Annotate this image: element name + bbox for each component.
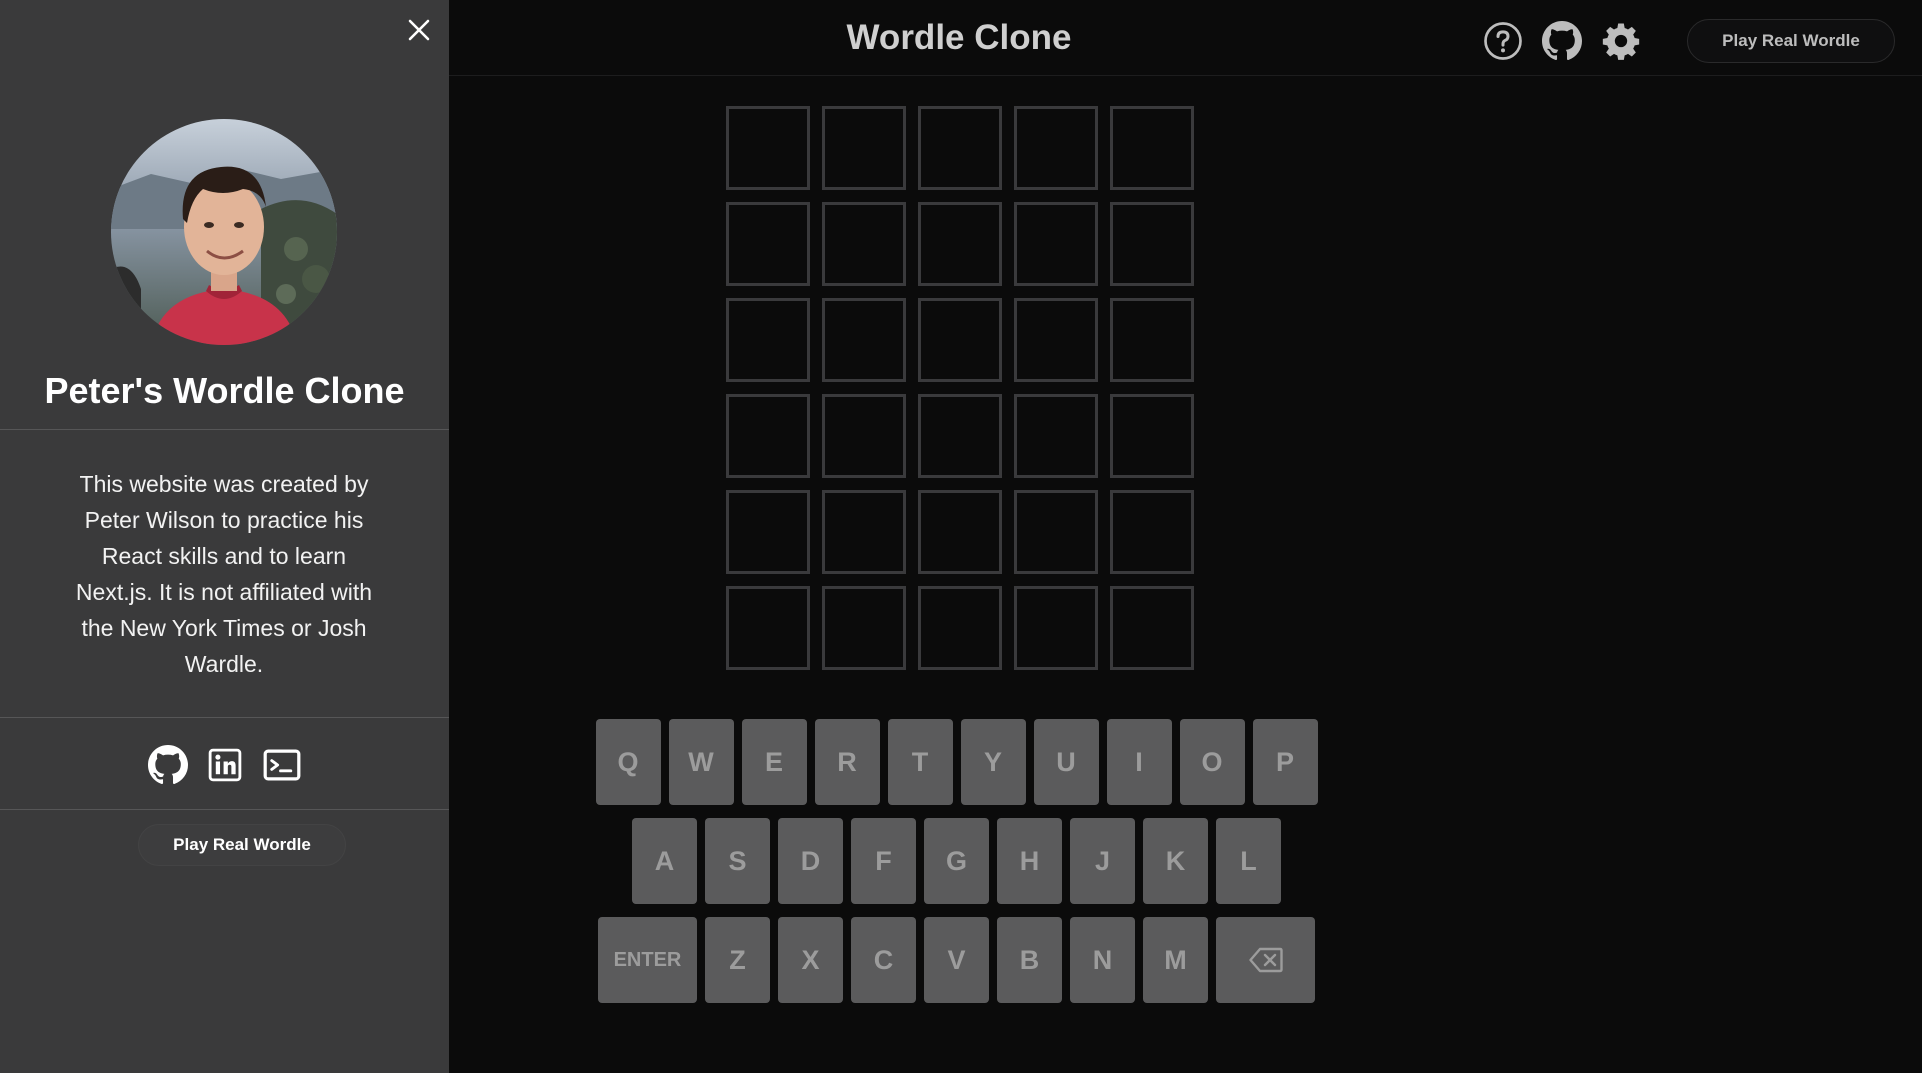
key-l[interactable]: L [1216,818,1281,904]
on-screen-keyboard: Q W E R T Y U I O P A S D F G H J K L ENTER Z X C V B N M [593,719,1320,1016]
key-o[interactable]: O [1179,719,1245,805]
linkedin-link[interactable] [205,745,245,785]
header-play-real-wordle-button[interactable]: Play Real Wordle [1687,19,1895,63]
settings-button[interactable] [1600,20,1642,62]
github-link[interactable] [147,745,188,785]
board-tile [726,490,810,574]
key-backspace[interactable] [1216,917,1315,1003]
settings-icon [1602,23,1640,60]
board-tile [918,394,1002,478]
key-enter[interactable]: ENTER [598,917,697,1003]
key-x[interactable]: X [778,917,843,1003]
github-button[interactable] [1541,20,1583,62]
social-links [0,743,449,787]
keyboard-row: ENTER Z X C V B N M [593,917,1320,1003]
board-tile [1014,586,1098,670]
key-u[interactable]: U [1033,719,1099,805]
info-sidebar: Peter's Wordle Clone This website was cr… [0,0,449,1073]
terminal-link[interactable] [262,745,302,785]
key-h[interactable]: H [997,818,1062,904]
key-v[interactable]: V [924,917,989,1003]
board-tile [726,202,810,286]
close-icon [408,19,430,41]
board-tile [726,298,810,382]
key-p[interactable]: P [1252,719,1318,805]
board-tile [918,298,1002,382]
board-tile [1110,298,1194,382]
key-r[interactable]: R [814,719,880,805]
board-tile [822,298,906,382]
key-y[interactable]: Y [960,719,1026,805]
board-tile [1110,202,1194,286]
board-tile [1014,490,1098,574]
board-tile [726,106,810,190]
github-icon [147,745,188,785]
app-header: Wordle Clone Play Real Wordle [449,0,1922,76]
key-i[interactable]: I [1106,719,1172,805]
board-tile [918,202,1002,286]
board-tile [1014,202,1098,286]
key-s[interactable]: S [705,818,770,904]
game-board [726,106,1194,670]
keyboard-row: QWERTYUIOP [593,719,1320,805]
board-tile [822,202,906,286]
key-q[interactable]: Q [595,719,661,805]
avatar [111,119,337,345]
board-tile [822,586,906,670]
key-n[interactable]: N [1070,917,1135,1003]
key-m[interactable]: M [1143,917,1208,1003]
board-tile [822,106,906,190]
close-sidebar-button[interactable] [403,14,435,46]
board-tile [1110,394,1194,478]
backspace-icon [1248,947,1283,973]
sidebar-divider [0,809,449,810]
board-tile [918,586,1002,670]
keyboard-row: ASDFGHJKL [593,818,1320,904]
sidebar-description: This website was created by Peter Wilson… [75,471,373,677]
key-d[interactable]: D [778,818,843,904]
key-k[interactable]: K [1143,818,1208,904]
key-f[interactable]: F [851,818,916,904]
board-tile [822,490,906,574]
key-w[interactable]: W [668,719,734,805]
board-tile [1014,394,1098,478]
board-tile [726,586,810,670]
sidebar-play-real-wordle-button[interactable]: Play Real Wordle [138,824,346,866]
key-a[interactable]: A [632,818,697,904]
help-icon [1484,22,1522,60]
key-z[interactable]: Z [705,917,770,1003]
board-tile [1110,490,1194,574]
board-tile [1014,106,1098,190]
board-tile [1110,586,1194,670]
key-j[interactable]: J [1070,818,1135,904]
terminal-icon [263,749,300,781]
linkedin-icon [208,748,241,782]
help-button[interactable] [1482,20,1524,62]
key-b[interactable]: B [997,917,1062,1003]
board-tile [1014,298,1098,382]
key-c[interactable]: C [851,917,916,1003]
key-g[interactable]: G [924,818,989,904]
key-t[interactable]: T [887,719,953,805]
sidebar-divider [0,717,449,718]
sidebar-title: Peter's Wordle Clone [44,370,405,411]
board-tile [918,106,1002,190]
board-tile [918,490,1002,574]
key-e[interactable]: E [741,719,807,805]
board-tile [1110,106,1194,190]
sidebar-divider [0,429,449,430]
board-tile [822,394,906,478]
page-title: Wordle Clone [846,18,1072,57]
github-icon [1542,21,1582,61]
board-tile [726,394,810,478]
